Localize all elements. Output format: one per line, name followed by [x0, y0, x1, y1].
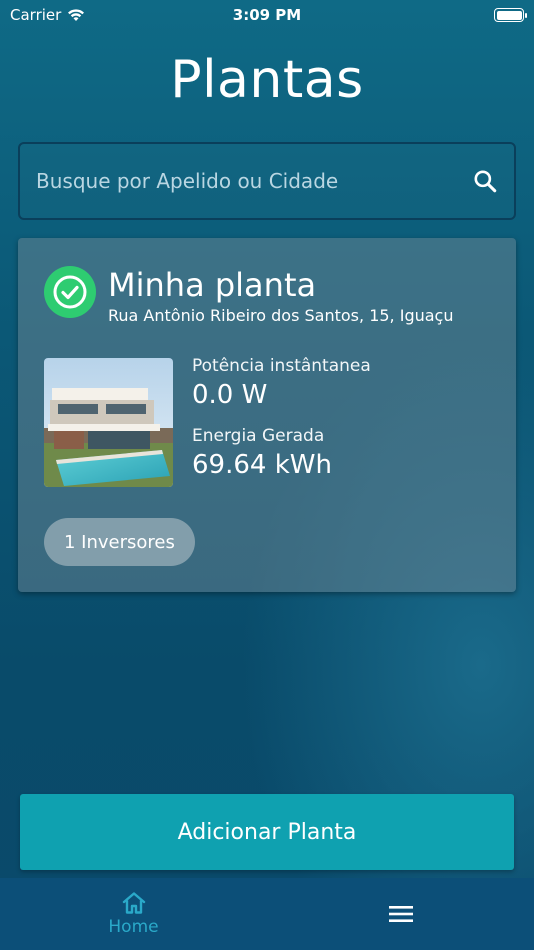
plant-stats: Potência instântanea 0.0 W Energia Gerad…: [192, 356, 371, 496]
energy-value: 69.64 kWh: [192, 450, 332, 480]
add-plant-button[interactable]: Adicionar Planta: [20, 794, 514, 870]
tab-bar: Home: [0, 878, 534, 950]
status-time: 3:09 PM: [232, 6, 302, 24]
plant-card[interactable]: Minha planta Rua Antônio Ribeiro dos San…: [18, 238, 516, 592]
search-icon[interactable]: [472, 168, 498, 194]
inverters-button[interactable]: 1 Inversores: [44, 518, 195, 566]
menu-icon: [388, 906, 413, 922]
plant-name: Minha planta: [108, 266, 317, 304]
plant-address: Rua Antônio Ribeiro dos Santos, 15, Igua…: [108, 306, 454, 325]
plant-photo: [44, 358, 173, 487]
tab-menu[interactable]: [267, 878, 534, 950]
plant-card-header: Minha planta Rua Antônio Ribeiro dos San…: [44, 266, 453, 325]
power-label: Potência instântanea: [192, 356, 371, 376]
search-input[interactable]: Busque por Apelido ou Cidade: [18, 142, 516, 220]
page-title: Plantas: [170, 50, 364, 110]
tab-home-label: Home: [108, 917, 159, 937]
tab-home[interactable]: Home: [0, 878, 267, 950]
home-icon: [122, 892, 145, 914]
check-circle-icon: [44, 266, 96, 318]
power-value: 0.0 W: [192, 380, 268, 410]
search-placeholder: Busque por Apelido ou Cidade: [36, 169, 339, 193]
energy-label: Energia Gerada: [192, 426, 325, 446]
battery-icon: [494, 8, 527, 22]
status-bar: Carrier 3:09 PM: [0, 0, 534, 30]
plant-info: Minha planta Rua Antônio Ribeiro dos San…: [108, 266, 453, 325]
